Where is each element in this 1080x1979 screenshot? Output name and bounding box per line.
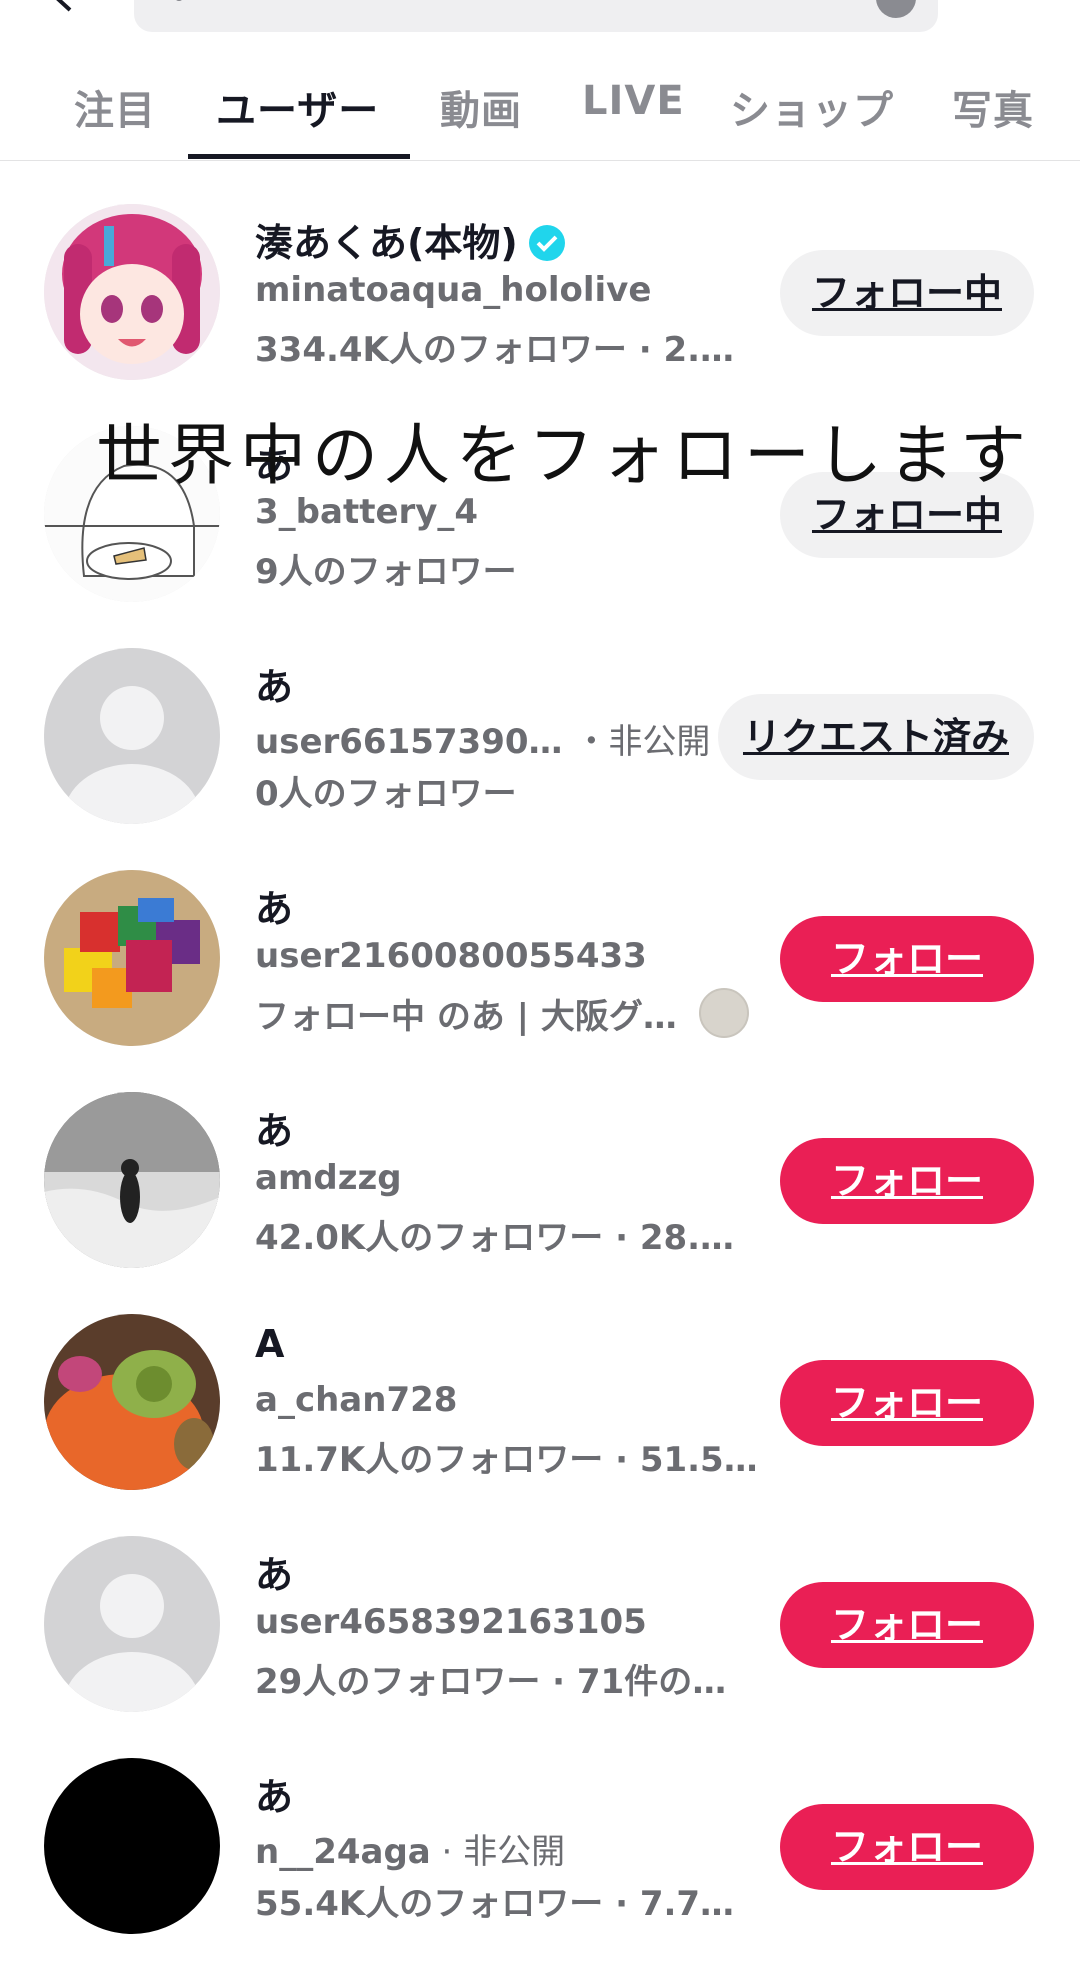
default-avatar[interactable]: [44, 648, 220, 824]
display-name: あ: [255, 887, 294, 931]
username: amdzzg: [255, 1158, 402, 1198]
username: user4658392163105: [255, 1602, 647, 1642]
user-row[interactable]: あ user66157390… ・非公開 0人のフォロワー リクエスト済み: [0, 648, 1080, 869]
follow-button[interactable]: フォロー: [780, 1138, 1034, 1224]
follower-count: 55.4K人のフォロワー · 7.7…: [255, 1884, 735, 1924]
clear-search-icon[interactable]: [876, 0, 916, 18]
mutual-info: フォロー中 のあ | 大阪グ…: [255, 988, 749, 1038]
search-icon: [176, 0, 182, 1]
tab-videos[interactable]: 動画: [440, 78, 522, 136]
avatar[interactable]: [44, 1092, 220, 1268]
user-row[interactable]: あ user4658392163105 29人のフォロワー · 71件の… フォ…: [0, 1536, 1080, 1757]
username: minatoaqua_hololive: [255, 270, 652, 310]
private-label: ・非公開: [574, 722, 711, 762]
search-input[interactable]: [134, 0, 938, 32]
username: user2160080055433: [255, 936, 647, 976]
user-row[interactable]: あ n__24aga · 非公開 55.4K人のフォロワー · 7.7… フォロ…: [0, 1758, 1080, 1979]
username: user66157390… ・非公開: [255, 722, 711, 762]
follow-button[interactable]: フォロー: [780, 916, 1034, 1002]
username: a_chan728: [255, 1380, 458, 1420]
avatar[interactable]: [44, 1314, 220, 1490]
display-name: あ: [255, 1775, 294, 1819]
display-name: あ: [255, 1553, 294, 1597]
follower-count: 0人のフォロワー: [255, 774, 517, 814]
active-tab-indicator: [188, 154, 410, 159]
display-name: あ: [255, 1109, 294, 1153]
follow-button[interactable]: フォロー: [780, 1582, 1034, 1668]
default-avatar[interactable]: [44, 1536, 220, 1712]
follower-count: 42.0K人のフォロワー · 28.…: [255, 1218, 735, 1258]
back-arrow-icon[interactable]: [52, 0, 78, 12]
overlay-caption: 世界中の人をフォローします: [96, 417, 1032, 494]
top-search-bar: [0, 0, 1080, 40]
username: 3_battery_4: [255, 492, 479, 532]
tab-photos[interactable]: 写真: [952, 78, 1034, 136]
username: n__24aga · 非公開: [255, 1832, 566, 1872]
search-tabs: 注目 ユーザー 動画 LIVE ショップ 写真: [0, 62, 1080, 161]
follower-count: 11.7K人のフォロワー · 51.5…: [255, 1440, 755, 1480]
follower-count: 334.4K人のフォロワー · 2.…: [255, 330, 735, 370]
user-row[interactable]: 湊あくあ(本物) minatoaqua_hololive 334.4K人のフォロ…: [0, 204, 1080, 425]
tab-users[interactable]: ユーザー: [216, 78, 379, 136]
private-label: · 非公開: [430, 1832, 566, 1872]
follow-button[interactable]: フォロー: [780, 1804, 1034, 1890]
user-row[interactable]: A a_chan728 11.7K人のフォロワー · 51.5… フォロー: [0, 1314, 1080, 1535]
tab-featured[interactable]: 注目: [74, 78, 156, 136]
display-name: あ: [255, 665, 294, 709]
follower-count: 29人のフォロワー · 71件の…: [255, 1662, 727, 1702]
following-button[interactable]: フォロー中: [780, 250, 1034, 336]
avatar[interactable]: [44, 1758, 220, 1934]
user-row[interactable]: あ user2160080055433 フォロー中 のあ | 大阪グ… フォロー: [0, 870, 1080, 1091]
verified-badge-icon: [528, 225, 565, 261]
requested-button[interactable]: リクエスト済み: [718, 694, 1034, 780]
user-row[interactable]: あ amdzzg 42.0K人のフォロワー · 28.… フォロー: [0, 1092, 1080, 1313]
avatar[interactable]: [44, 870, 220, 1046]
follower-count: 9人のフォロワー: [255, 552, 517, 592]
follow-button[interactable]: フォロー: [780, 1360, 1034, 1446]
display-name: 湊あくあ(本物): [255, 212, 566, 267]
avatar[interactable]: [44, 204, 220, 380]
display-name: A: [255, 1322, 285, 1366]
tab-live[interactable]: LIVE: [582, 78, 685, 124]
mutual-avatar: [698, 988, 749, 1038]
tab-shop[interactable]: ショップ: [730, 78, 894, 136]
